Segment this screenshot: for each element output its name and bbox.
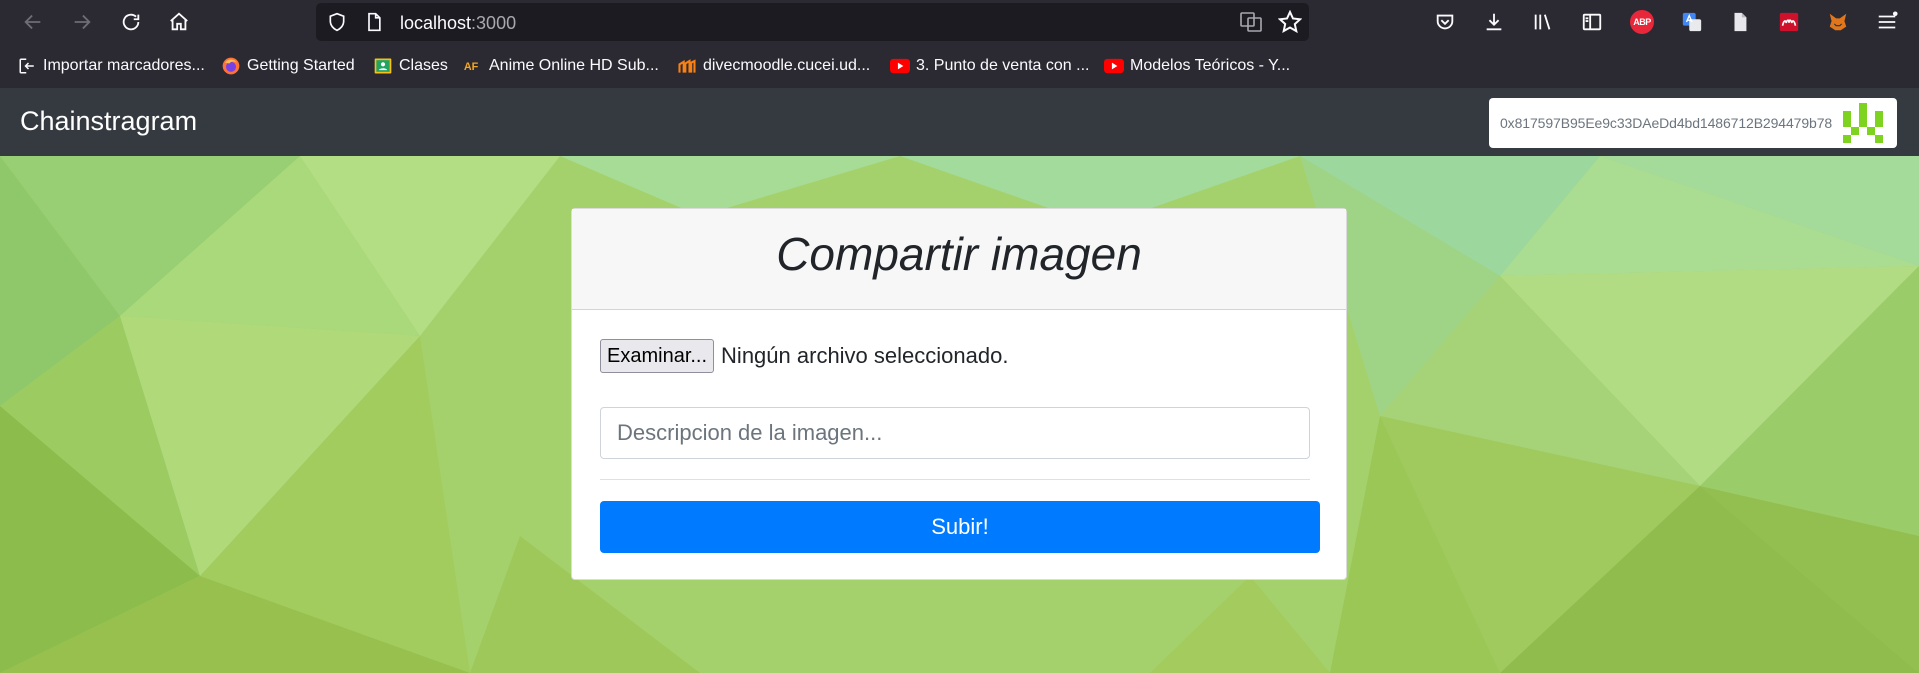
arrow-right-icon: [74, 14, 91, 30]
browser-toolbar: localhost:3000 ABP: [0, 0, 1919, 44]
sidebar-icon: [1582, 13, 1602, 31]
youtube-icon: [890, 56, 910, 76]
back-button[interactable]: [19, 8, 47, 36]
bookmark-label: Getting Started: [247, 57, 355, 74]
url-bar[interactable]: localhost:3000: [316, 3, 1309, 41]
hamburger-menu-icon: [1878, 11, 1898, 29]
card-title: Compartir imagen: [776, 228, 1142, 280]
bookmark-divecmoodle[interactable]: divecmoodle.cucei.ud...: [677, 56, 870, 76]
form-divider: [600, 479, 1310, 480]
identicon-avatar: [1843, 103, 1883, 143]
home-button[interactable]: [165, 8, 193, 36]
bookmark-label: Clases: [399, 57, 448, 74]
library-button[interactable]: [1531, 10, 1555, 34]
downloads-button[interactable]: [1482, 10, 1506, 34]
bookmark-label: Modelos Teóricos - Y...: [1130, 57, 1291, 74]
animeflv-icon: AF: [463, 56, 483, 76]
youtube-icon: [1104, 56, 1124, 76]
document-icon: [1734, 12, 1747, 32]
reload-icon: [122, 13, 140, 31]
browse-file-button[interactable]: Examinar...: [600, 339, 715, 373]
mendeley-extension-button[interactable]: [1777, 10, 1801, 34]
page-icon[interactable]: [364, 12, 384, 32]
upload-submit-button[interactable]: Subir!: [600, 501, 1320, 553]
bookmark-anime-online[interactable]: AF Anime Online HD Sub...: [463, 56, 659, 76]
arrow-left-icon: [24, 14, 41, 30]
abp-label: ABP: [1633, 17, 1651, 27]
menu-button[interactable]: [1875, 10, 1899, 34]
import-icon: [17, 56, 37, 76]
bookmark-label: divecmoodle.cucei.ud...: [703, 57, 871, 74]
bookmark-label: Anime Online HD Sub...: [489, 57, 659, 74]
download-icon: [1486, 13, 1502, 31]
card-header: Compartir imagen: [572, 209, 1346, 310]
pocket-icon: [1436, 14, 1454, 30]
moodle-icon: [677, 56, 697, 76]
brand-link[interactable]: Chainstragram: [20, 106, 197, 137]
main-content: Compartir imagen Examinar... Ningún arch…: [0, 156, 1919, 673]
url-port: :3000: [471, 13, 517, 33]
mendeley-icon: [1779, 12, 1799, 32]
image-description-input[interactable]: [600, 407, 1310, 459]
bookmark-clases[interactable]: Clases: [373, 56, 448, 76]
google-translate-icon: [1682, 12, 1702, 32]
library-icon: [1534, 14, 1551, 30]
translate-icon[interactable]: [1239, 10, 1263, 34]
account-box: 0x817597B95Ee9c33DAeDd4bd1486712B294479b…: [1489, 98, 1897, 148]
classroom-icon: [373, 56, 393, 76]
sidebar-button[interactable]: [1580, 10, 1604, 34]
url-host: localhost: [400, 13, 472, 33]
bookmark-import[interactable]: Importar marcadores...: [17, 56, 205, 76]
pocket-button[interactable]: [1433, 10, 1457, 34]
file-status-text: Ningún archivo seleccionado.: [721, 343, 1009, 368]
forward-button[interactable]: [68, 8, 96, 36]
url-text[interactable]: localhost:3000: [400, 13, 516, 34]
account-address: 0x817597B95Ee9c33DAeDd4bd1486712B294479b…: [1500, 115, 1833, 131]
bookmark-star-icon[interactable]: [1278, 10, 1302, 34]
reload-button[interactable]: [117, 8, 145, 36]
bookmark-punto-de-venta[interactable]: 3. Punto de venta con ...: [890, 56, 1089, 76]
metamask-fox-icon: [1829, 13, 1847, 31]
file-input[interactable]: Examinar... Ningún archivo seleccionado.: [600, 339, 1008, 373]
bookmark-label: Importar marcadores...: [43, 57, 205, 74]
adblock-plus-icon[interactable]: ABP: [1630, 10, 1654, 34]
share-image-card: Compartir imagen Examinar... Ningún arch…: [571, 208, 1347, 580]
shield-icon[interactable]: [327, 12, 347, 32]
bookmark-modelos-teoricos[interactable]: Modelos Teóricos - Y...: [1104, 56, 1290, 76]
document-extension-button[interactable]: [1728, 10, 1752, 34]
firefox-icon: [221, 56, 241, 76]
svg-text:AF: AF: [464, 61, 479, 73]
bookmark-getting-started[interactable]: Getting Started: [221, 56, 355, 76]
bookmarks-toolbar: Importar marcadores... Getting Started C…: [0, 44, 1919, 89]
bookmark-label: 3. Punto de venta con ...: [916, 57, 1090, 74]
app-navbar: Chainstragram 0x817597B95Ee9c33DAeDd4bd1…: [0, 88, 1919, 156]
metamask-extension-button[interactable]: [1826, 10, 1850, 34]
home-icon: [170, 12, 188, 31]
translate-extension-button[interactable]: [1680, 10, 1704, 34]
